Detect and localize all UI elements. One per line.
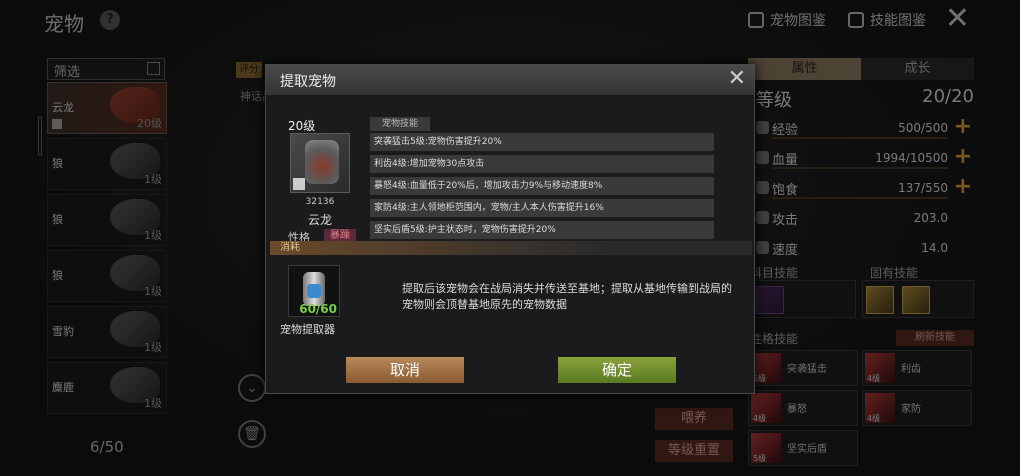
extractor-item: 60/60 [288,265,340,317]
skill-line: 坚实后盾5级:护主状态时，宠物伤害提升20% [370,221,714,239]
pet-tag-icon [305,140,339,184]
skill-line: 利齿4级:增加宠物30点攻击 [370,155,714,173]
cancel-button[interactable]: 取消 [346,357,464,383]
item-count: 60/60 [299,302,337,316]
skill-line: 突袭猛击5级:宠物伤害提升20% [370,133,714,151]
lock-icon [293,178,305,190]
extractor-icon [303,272,325,306]
close-icon[interactable]: ✕ [728,67,746,91]
pet-card: 20级 32136 云龙 性格 暴躁 [284,117,356,244]
pet-id: 32136 [305,197,335,207]
pet-avatar [290,133,350,193]
extract-notice: 提取后该宠物会在战局消失并传送至基地；提取从基地传输到战局的宠物则会顶替基地原先… [402,282,732,311]
dialog-title: 提取宠物 [280,74,336,90]
consume-header: 消耗 [270,241,752,255]
pet-name: 云龙 [307,213,332,227]
skills-header: 宠物技能 [370,117,430,131]
extract-pet-dialog: 提取宠物 ✕ 20级 32136 云龙 性格 暴躁 宠物技能 突袭猛击5级:宠物… [265,64,755,394]
skill-line: 暴怒4级:血量低于20%后，增加攻击力9%与移动速度8% [370,177,714,195]
dialog-header: 提取宠物 ✕ [266,65,754,95]
item-name: 宠物提取器 [280,323,335,336]
pet-level: 20级 [288,119,316,133]
confirm-button[interactable]: 确定 [558,357,676,383]
skill-line: 家防4级:主人领地柜范围内，宠物/主人本人伤害提升16% [370,199,714,217]
